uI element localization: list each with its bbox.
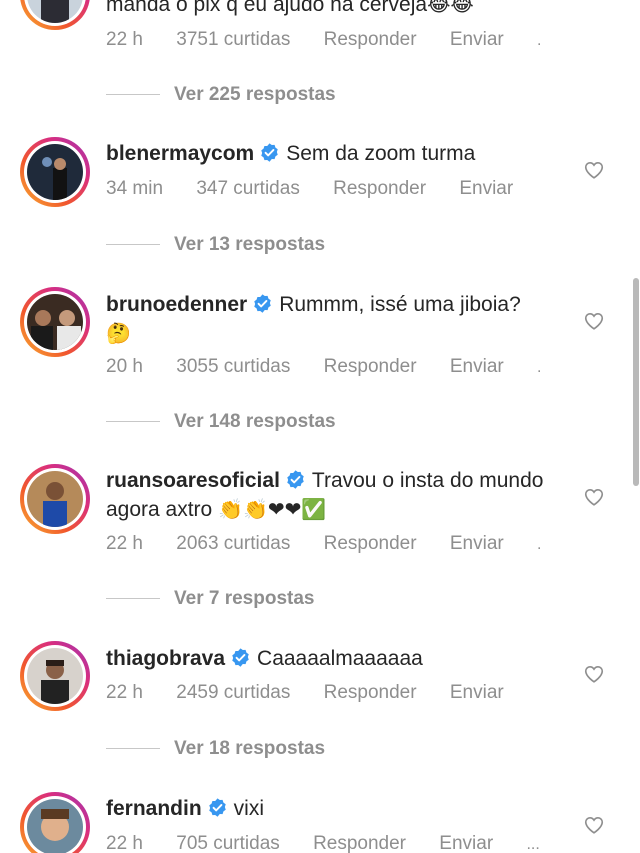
view-replies-button[interactable]: Ver 7 respostas (106, 588, 314, 612)
comment-username[interactable]: ruansoaresoficial (106, 469, 280, 492)
comment-text: manda o pix q eu ajudo na cerveja (106, 0, 428, 16)
reply-button[interactable]: Responder (324, 356, 417, 377)
comment-emoji: 👏👏❤❤✅ (218, 497, 327, 521)
likes-count[interactable]: 3055 curtidas (176, 356, 290, 377)
verified-badge-icon (259, 142, 280, 163)
comment-text: Caaaaalmaaaaaa (257, 647, 423, 670)
verified-badge-icon (285, 469, 306, 490)
comment-emoji: 🤔 (106, 321, 131, 345)
send-button[interactable]: Enviar (450, 29, 504, 50)
reply-button[interactable]: Responder (324, 29, 417, 50)
comment-time: 22 h (106, 533, 143, 554)
comment-username[interactable]: blenermaycom (106, 142, 254, 165)
view-replies-button[interactable]: Ver 13 respostas (106, 234, 325, 258)
send-button[interactable]: Enviar (450, 682, 504, 703)
view-replies-button[interactable]: Ver 18 respostas (106, 738, 325, 762)
send-button[interactable]: Enviar (439, 833, 493, 853)
likes-count[interactable]: 3751 curtidas (176, 29, 290, 50)
heart-outline-icon[interactable] (583, 310, 605, 332)
more-dots-icon[interactable]: . (537, 536, 541, 553)
comment-time: 22 h (106, 833, 143, 853)
divider (106, 244, 160, 246)
comment-text: Rummm, issé uma jiboia? (279, 293, 521, 316)
view-replies-button[interactable]: Ver 148 respostas (106, 411, 336, 435)
verified-badge-icon (230, 647, 251, 668)
comment-time: 22 h (106, 682, 143, 703)
heart-outline-icon[interactable] (583, 486, 605, 508)
divider (106, 748, 160, 750)
comment-time: 34 min (106, 178, 164, 199)
comment-text: vixi (233, 797, 265, 820)
likes-count[interactable]: 2459 curtidas (176, 682, 290, 703)
avatar[interactable] (20, 137, 90, 207)
scrollbar[interactable] (633, 278, 639, 486)
comment-username[interactable]: brunoedenner (106, 293, 247, 316)
reply-button[interactable]: Responder (324, 533, 417, 554)
send-button[interactable]: Enviar (450, 356, 504, 377)
likes-count[interactable]: 705 curtidas (176, 833, 280, 853)
avatar[interactable] (20, 0, 90, 30)
comment-emoji: 😂😂 (427, 0, 474, 16)
view-replies-button[interactable]: Ver 225 respostas (106, 84, 336, 108)
reply-button[interactable]: Responder (324, 682, 417, 703)
comment-time: 20 h (106, 356, 143, 377)
heart-outline-icon[interactable] (583, 663, 605, 685)
more-dots-icon[interactable]: ... (526, 836, 539, 853)
heart-outline-icon[interactable] (583, 814, 605, 836)
comments-feed: manda o pix q eu ajudo na cerveja😂😂 22 h… (0, 0, 640, 853)
reply-button[interactable]: Responder (333, 178, 426, 199)
send-button[interactable]: Enviar (459, 178, 513, 199)
divider (106, 421, 160, 423)
reply-button[interactable]: Responder (313, 833, 406, 853)
likes-count[interactable]: 347 curtidas (196, 178, 300, 199)
comment-username[interactable]: thiagobrava (106, 647, 225, 670)
comment-username[interactable]: fernandin (106, 797, 202, 820)
more-dots-icon[interactable]: . (537, 32, 541, 49)
heart-outline-icon[interactable] (583, 159, 605, 181)
send-button[interactable]: Enviar (450, 533, 504, 554)
avatar[interactable] (20, 287, 90, 357)
comment-time: 22 h (106, 29, 143, 50)
divider (106, 94, 160, 96)
avatar[interactable] (20, 641, 90, 711)
avatar[interactable] (20, 792, 90, 853)
more-dots-icon[interactable]: . (537, 359, 541, 376)
comment-text: Sem da zoom turma (286, 142, 476, 165)
verified-badge-icon (252, 293, 273, 314)
verified-badge-icon (207, 797, 228, 818)
likes-count[interactable]: 2063 curtidas (176, 533, 290, 554)
divider (106, 598, 160, 600)
avatar[interactable] (20, 464, 90, 534)
